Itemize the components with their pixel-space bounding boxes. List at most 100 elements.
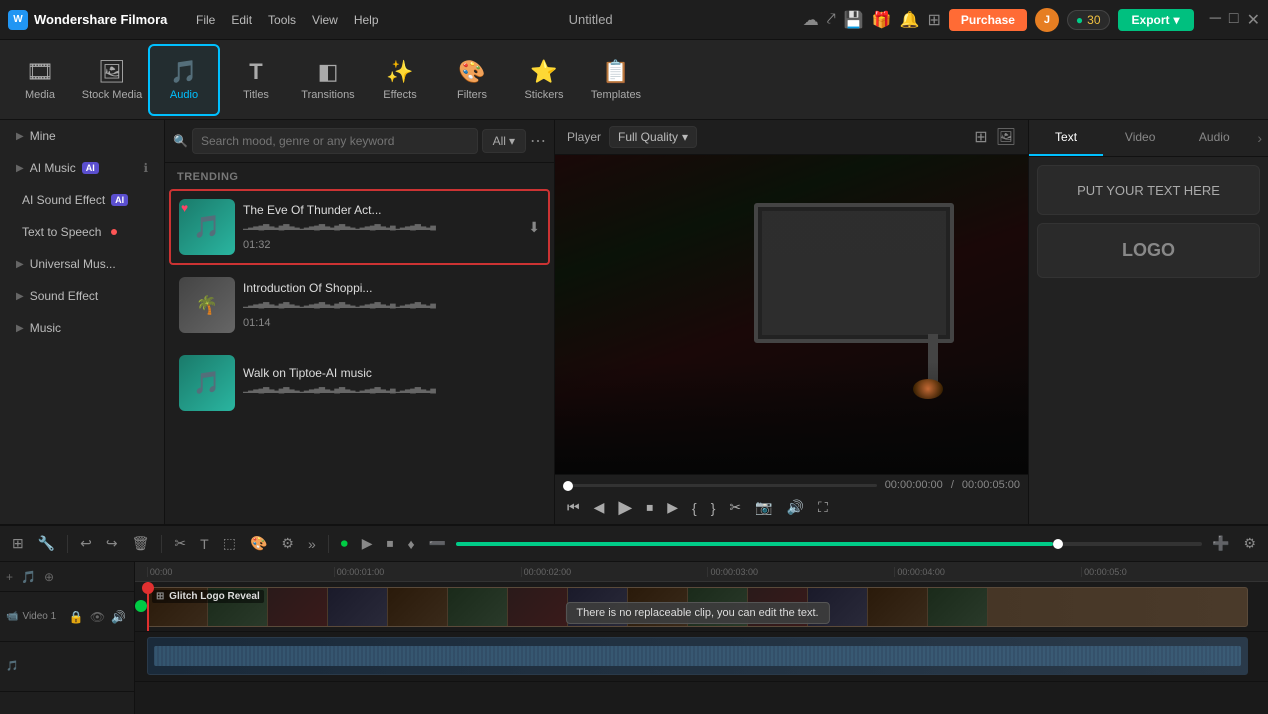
tl-stop-green[interactable]: ⏹ <box>383 533 398 554</box>
tab-audio[interactable]: Audio <box>1177 120 1251 156</box>
tl-color-button[interactable]: 🎨 <box>246 533 271 554</box>
tl-settings[interactable]: ⚙ <box>1239 533 1260 554</box>
track-add-video[interactable]: + <box>4 569 15 585</box>
track-mute-btn[interactable]: 🔊 <box>109 609 128 625</box>
menu-help[interactable]: Help <box>354 13 379 27</box>
coin-badge: ● 30 <box>1067 10 1110 30</box>
menu-edit[interactable]: Edit <box>231 13 252 27</box>
tl-sep-2 <box>161 535 162 553</box>
menu-file[interactable]: File <box>196 13 215 27</box>
tl-speed-button[interactable]: ⚙ <box>277 533 298 554</box>
menu-view[interactable]: View <box>312 13 338 27</box>
purchase-button[interactable]: Purchase <box>949 9 1027 31</box>
toolbar-media[interactable]: 🎞 Media <box>4 44 76 116</box>
tl-more-button[interactable]: » <box>304 534 320 554</box>
sidebar-item-ai-sound-effect[interactable]: AI Sound Effect AI <box>4 185 160 215</box>
sidebar-item-music[interactable]: ▶ Music <box>4 313 160 343</box>
image-view-icon[interactable]: 🖼 <box>996 127 1016 147</box>
stop-button[interactable]: ⏹ <box>642 497 657 518</box>
sidebar-item-mine[interactable]: ▶ Mine <box>4 121 160 151</box>
track-lock-btn[interactable]: 🔒 <box>67 609 86 625</box>
sidebar-item-ai-music[interactable]: ▶ AI Music AI ℹ <box>4 153 160 183</box>
sidebar-collapse-button[interactable]: ◀ <box>164 270 165 306</box>
maximize-button[interactable]: □ <box>1229 10 1239 30</box>
toolbar-templates[interactable]: 📋 Templates <box>580 44 652 116</box>
tl-magnet-button[interactable]: 🔧 <box>34 533 59 554</box>
ai-sound-badge: AI <box>111 194 128 206</box>
tl-zoom-in[interactable]: ➕ <box>1208 533 1233 554</box>
tl-grid-button[interactable]: ⊞ <box>8 533 28 554</box>
tl-delete-button[interactable]: 🗑 <box>128 533 154 554</box>
skip-back-button[interactable]: ⏮ <box>563 497 584 518</box>
toolbar-titles[interactable]: T Titles <box>220 44 292 116</box>
mark-in-button[interactable]: { <box>688 498 701 518</box>
tl-sep-3 <box>328 535 329 553</box>
app-name: Wondershare Filmora <box>34 12 167 27</box>
audio-item-2[interactable]: 🌴 Introduction Of Shoppi... ▁▂▃▄▅▃▂▄▅▃▂▁… <box>169 267 550 343</box>
tl-play-green[interactable]: ▶ <box>358 533 377 554</box>
audio-title-1: The Eve Of Thunder Act... <box>243 203 520 217</box>
prev-frame-button[interactable]: ◀ <box>590 497 609 518</box>
minimize-button[interactable]: ─ <box>1210 10 1221 30</box>
chevron-universal: ▶ <box>16 259 24 270</box>
sidebar-item-sound-effect[interactable]: ▶ Sound Effect <box>4 281 160 311</box>
sidebar-label-ai-music: AI Music <box>30 161 76 175</box>
toolbar-stock-media[interactable]: 🖼 Stock Media <box>76 44 148 116</box>
coin-count: 30 <box>1087 13 1100 27</box>
tab-text[interactable]: Text <box>1029 120 1103 156</box>
zoom-slider[interactable] <box>456 542 1202 546</box>
audio-item-1[interactable]: 🎵 ♥ The Eve Of Thunder Act... ▁▂▃▄▅▃▂▄▅▃… <box>169 189 550 265</box>
progress-track[interactable] <box>563 484 877 487</box>
audio-item-3[interactable]: 🎵 Walk on Tiptoe-AI music ▁▂▃▄▅▃▂▄▅▃▂▁▂▃… <box>169 345 550 421</box>
clip-button[interactable]: ✂ <box>725 497 745 518</box>
quality-label: Full Quality <box>618 130 678 144</box>
snapshot-button[interactable]: 📷 <box>751 497 776 518</box>
tl-crop-button[interactable]: ⬚ <box>219 533 240 554</box>
sidebar-item-text-to-speech[interactable]: Text to Speech <box>4 217 160 247</box>
tab-video[interactable]: Video <box>1103 120 1177 156</box>
play-button[interactable]: ▶ <box>614 495 636 520</box>
export-button[interactable]: Export ▾ <box>1118 9 1194 31</box>
more-options-button[interactable]: ⋯ <box>530 131 546 151</box>
sidebar-item-universal-music[interactable]: ▶ Universal Mus... <box>4 249 160 279</box>
audio-clip[interactable] <box>147 637 1248 675</box>
next-frame-button[interactable]: ▶ <box>663 497 682 518</box>
menu-tools[interactable]: Tools <box>268 13 296 27</box>
main-content: ▶ Mine ▶ AI Music AI ℹ AI Sound Effect A… <box>0 120 1268 524</box>
toolbar-effects[interactable]: ✨ Effects <box>364 44 436 116</box>
time-separator: / <box>951 479 954 491</box>
tl-text-button[interactable]: T <box>196 534 213 554</box>
track-add-audio[interactable]: 🎵 <box>19 569 38 585</box>
effects-icon: ✨ <box>386 59 413 85</box>
tl-zoom-out[interactable]: ➖ <box>425 533 450 554</box>
quality-selector[interactable]: Full Quality ▾ <box>609 126 697 148</box>
download-icon-1[interactable]: ⬇ <box>528 219 540 236</box>
grid-view-icon[interactable]: ⊞ <box>974 127 987 147</box>
track-add-other[interactable]: ⊕ <box>42 569 56 585</box>
sidebar-label-universal: Universal Mus... <box>30 257 116 271</box>
filter-button[interactable]: All ▾ <box>482 129 526 153</box>
text-preset-logo[interactable]: LOGO <box>1037 223 1260 278</box>
title-center: Untitled <box>387 12 795 27</box>
mark-out-button[interactable]: } <box>707 498 720 518</box>
icon-grid: ⊞ <box>927 10 940 30</box>
volume-button[interactable]: 🔊 <box>783 497 808 518</box>
video-clip-main[interactable]: ⊞ Glitch Logo Reveal There is no replace… <box>147 587 1248 627</box>
close-button[interactable]: ✕ <box>1247 10 1260 30</box>
timeline-toolbar: ⊞ 🔧 ↩ ↪ 🗑 ✂ T ⬚ 🎨 ⚙ » ⏺ ▶ ⏹ ♦ ➖ ➕ ⚙ <box>0 526 1268 562</box>
tl-redo-button[interactable]: ↪ <box>102 533 122 554</box>
fullscreen-button[interactable]: ⛶ <box>814 497 832 518</box>
tab-arrow[interactable]: › <box>1251 120 1268 156</box>
track-icon-video1: 📹 <box>6 611 18 622</box>
toolbar-filters[interactable]: 🎨 Filters <box>436 44 508 116</box>
tl-undo-button[interactable]: ↩ <box>76 533 96 554</box>
toolbar-transitions[interactable]: ◧ Transitions <box>292 44 364 116</box>
search-input[interactable] <box>192 128 478 154</box>
tl-record-button[interactable]: ⏺ <box>337 533 352 554</box>
tl-cut-button[interactable]: ✂ <box>170 533 190 554</box>
track-hide-btn[interactable]: 👁 <box>88 609 107 625</box>
text-preset-default[interactable]: PUT YOUR TEXT HERE <box>1037 165 1260 215</box>
tl-marker[interactable]: ♦ <box>404 534 419 554</box>
toolbar-audio[interactable]: 🎵 Audio <box>148 44 220 116</box>
toolbar-stickers[interactable]: ⭐ Stickers <box>508 44 580 116</box>
